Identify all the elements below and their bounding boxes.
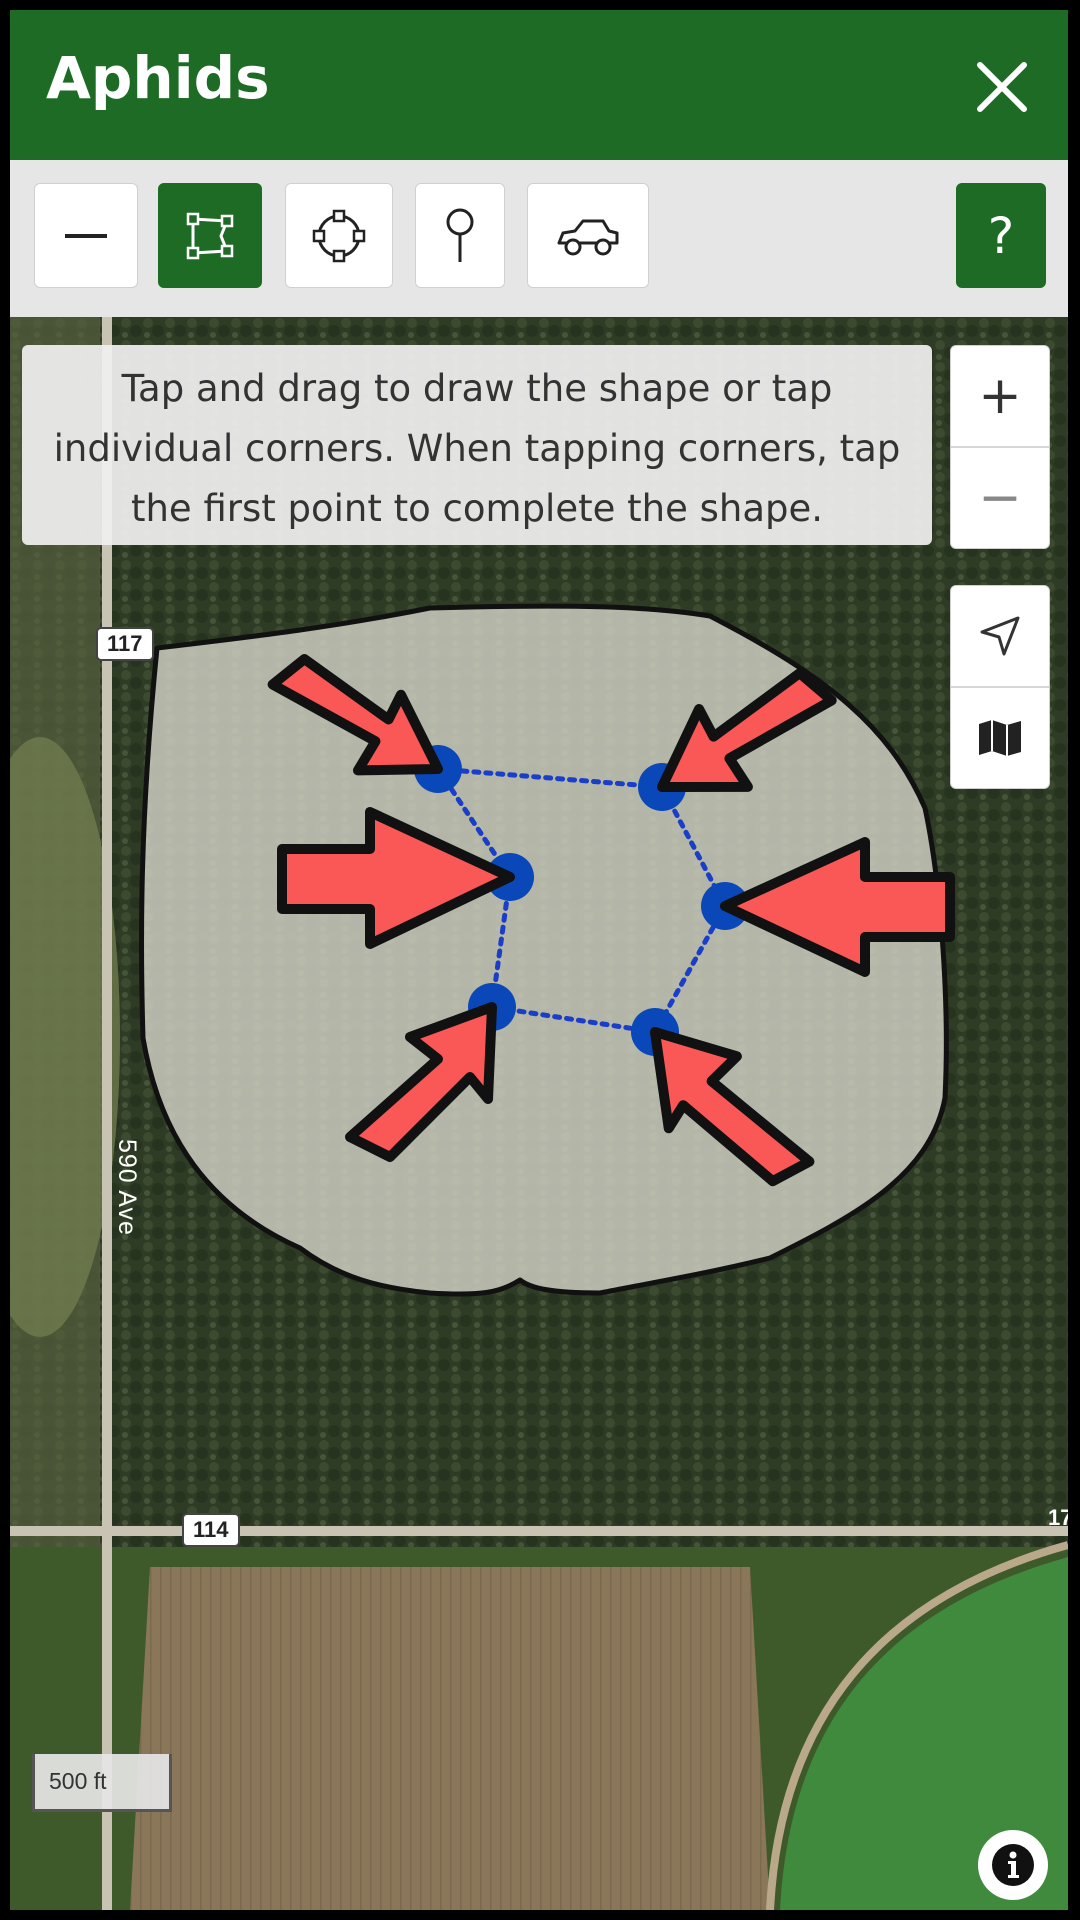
polygon-icon <box>186 212 234 259</box>
close-icon[interactable] <box>970 55 1034 119</box>
road-label-114: 114 <box>182 1513 240 1547</box>
help-button[interactable]: ? <box>956 183 1046 288</box>
polygon-tool-button[interactable] <box>158 183 262 288</box>
drawing-hint: Tap and drag to draw the shape or tap in… <box>22 345 932 545</box>
app-frame: Aphids ? 117 114 17 590 Ave Tap and drag… <box>10 10 1068 1910</box>
line-tool-button[interactable] <box>34 183 138 288</box>
map-icon <box>979 720 1021 756</box>
pin-icon <box>446 208 474 262</box>
circle-icon <box>312 209 366 262</box>
scale-bar: 500 ft <box>32 1754 172 1812</box>
info-button[interactable] <box>978 1830 1048 1900</box>
minus-icon <box>65 233 107 238</box>
road-label-17: 17 <box>1048 1505 1068 1530</box>
road-label-117: 117 <box>96 627 154 661</box>
locate-button[interactable] <box>951 586 1049 686</box>
layers-button[interactable] <box>951 686 1049 788</box>
info-icon <box>992 1844 1034 1886</box>
zoom-in-button[interactable]: + <box>951 346 1049 446</box>
circle-tool-button[interactable] <box>285 183 393 288</box>
pin-tool-button[interactable] <box>415 183 505 288</box>
header-bar: Aphids <box>10 10 1068 160</box>
satellite-map <box>10 317 1068 1910</box>
page-title: Aphids <box>46 44 270 112</box>
road-label-ave: 590 Ave <box>113 1139 141 1236</box>
zoom-out-button[interactable]: − <box>951 446 1049 548</box>
map-tools <box>950 585 1050 789</box>
navigation-arrow-icon <box>980 616 1020 656</box>
vehicle-tool-button[interactable] <box>527 183 649 288</box>
drawing-toolbar: ? <box>10 160 1068 317</box>
car-icon <box>557 219 619 255</box>
map-view[interactable]: 117 114 17 590 Ave Tap and drag to draw … <box>10 317 1068 1910</box>
zoom-controls: + − <box>950 345 1050 549</box>
